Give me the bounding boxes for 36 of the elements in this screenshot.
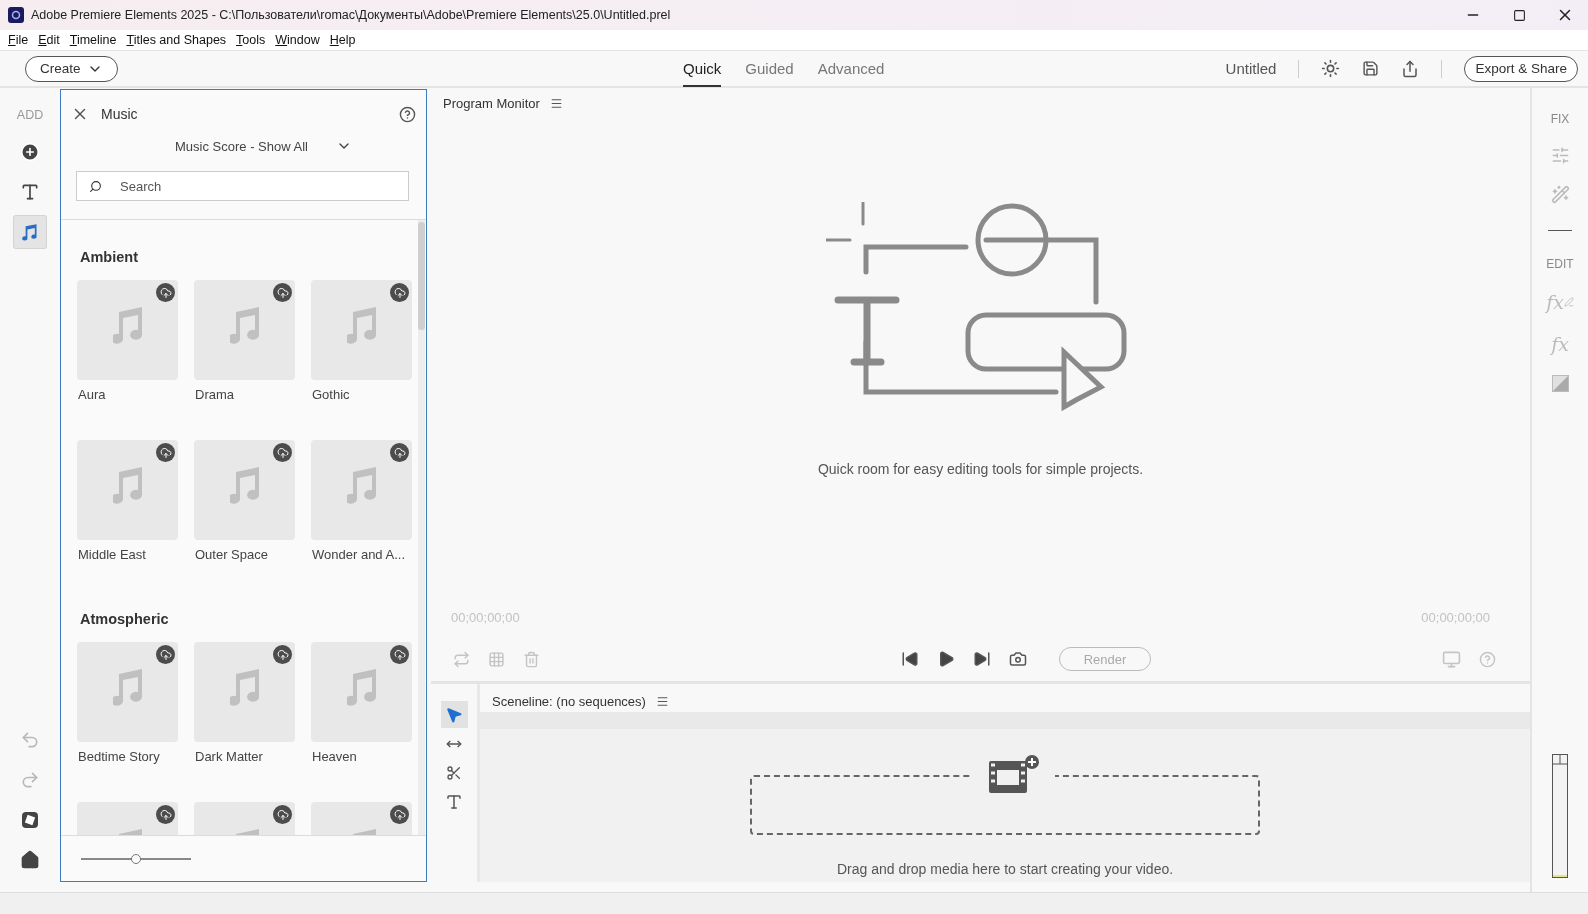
track-name: Aura — [77, 387, 107, 402]
window-title: Adobe Premiere Elements 2025 - C:\Пользователи\romac\Документы\Adobe\Premiere Elements\25.0\Untitled.prel — [31, 8, 672, 22]
rail-label: FIX — [1550, 112, 1570, 126]
panel-title: Music — [101, 106, 139, 122]
category-heading: Atmospheric — [79, 610, 170, 629]
track-name: Middle East — [77, 547, 147, 562]
menu-item[interactable]: Help — [324, 30, 361, 50]
search-field[interactable]: Search — [76, 171, 409, 201]
track-name: Drama — [194, 387, 235, 402]
menu-item[interactable]: File — [3, 30, 34, 50]
track-name: Gothic — [311, 387, 351, 402]
mode-tab[interactable]: Advanced — [817, 51, 885, 87]
track-name: Heaven — [311, 749, 358, 764]
track-name: Wonder and A... — [311, 547, 406, 562]
menu-item[interactable]: Edit — [33, 30, 65, 50]
monitor-title: Program Monitor — [443, 95, 540, 111]
drop-hint: Drag and drop media here to start creating your video. — [836, 861, 1174, 877]
search-input[interactable]: Search — [118, 177, 396, 195]
menu-item[interactable]: Window — [270, 30, 325, 50]
track-name: Dark Matter — [194, 749, 264, 764]
export-share-button[interactable]: Export & Share — [1464, 55, 1578, 82]
mode-tab[interactable]: Guided — [745, 51, 794, 87]
menu-item[interactable]: Timeline — [64, 30, 122, 50]
menu-item[interactable]: Titles and Shapes — [121, 30, 232, 50]
filter-dropdown[interactable]: Music Score - Show All — [169, 134, 358, 158]
category-heading: Ambient — [79, 248, 139, 267]
track-name: Bedtime Story — [77, 749, 161, 764]
rail-label: EDIT — [1546, 257, 1574, 271]
menu-item[interactable]: Tools — [231, 30, 271, 50]
project-name: Untitled — [1225, 60, 1277, 77]
monitor-message: Quick room for easy editing tools for simple projects. — [817, 461, 1144, 477]
sceneline-title: Sceneline: (no sequences) — [492, 693, 646, 709]
create-button[interactable]: Create — [25, 55, 118, 82]
rail-label: ADD — [16, 108, 44, 122]
track-name: Outer Space — [194, 547, 269, 562]
mode-tab[interactable]: Quick — [683, 51, 722, 87]
